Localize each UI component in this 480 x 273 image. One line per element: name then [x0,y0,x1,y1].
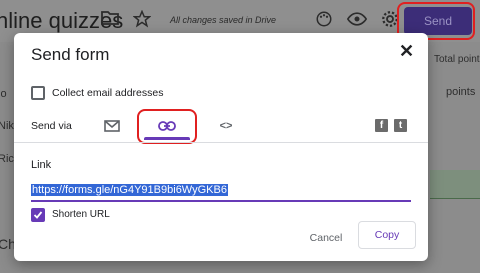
star-icon[interactable] [132,9,152,30]
shorten-url-label: Shorten URL [52,209,110,220]
embed-code-icon: <> [219,120,233,132]
cancel-button[interactable]: Cancel [302,226,350,250]
palette-icon[interactable] [314,10,334,30]
total-points-label: Total points [434,54,480,65]
link-tab-highlight-ring [137,109,197,144]
dialog-title: Send form [31,45,110,64]
facebook-icon[interactable]: f [375,119,388,132]
folder-icon[interactable] [100,10,120,30]
checkmark-icon [33,211,43,219]
bg-answer-line [430,198,480,199]
points-label: points [446,86,476,98]
shorten-url-checkbox[interactable] [31,208,45,222]
send-via-label: Send via [31,120,72,132]
url-field-underline [31,200,411,202]
divider [14,142,428,143]
bg-text-fragment: Nik [0,120,14,132]
save-status: All changes saved in Drive [170,15,277,25]
twitter-icon[interactable]: t [394,119,407,132]
send-form-dialog: Send form ✕ Collect email addresses Send… [14,33,428,261]
bg-text-fragment: lo [0,88,7,100]
form-url-field[interactable]: https://forms.gle/nG4Y91B9bi6WyGKB6 [31,184,228,196]
close-icon[interactable]: ✕ [399,41,414,62]
link-section-label: Link [31,159,52,171]
copy-button[interactable]: Copy [358,221,416,249]
preview-eye-icon[interactable] [346,10,368,30]
email-icon [104,120,120,132]
bg-answer-band [430,170,480,198]
tab-email[interactable] [97,113,127,139]
tab-embed[interactable]: <> [211,113,241,139]
collect-email-checkbox[interactable] [31,86,45,100]
collect-email-label: Collect email addresses [52,87,164,99]
